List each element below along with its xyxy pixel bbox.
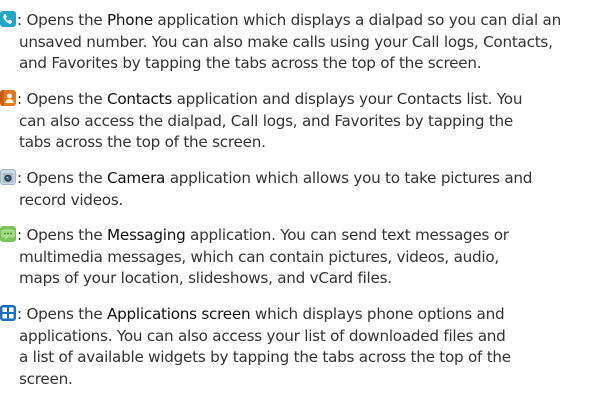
app-name: Camera bbox=[107, 169, 166, 187]
contacts-entry: : Opens the Contacts application and dis… bbox=[0, 89, 610, 154]
phone-entry: : Opens the Phone application which disp… bbox=[0, 10, 610, 75]
entry-line: : Opens the Camera application which all… bbox=[0, 168, 610, 190]
contacts-icon bbox=[0, 90, 16, 106]
entry-line: maps of your location, slideshows, and v… bbox=[19, 269, 392, 287]
entry-text: application which allows you to take pic… bbox=[165, 169, 533, 187]
entry-line: unsaved number. You can also make calls … bbox=[19, 32, 553, 51]
entry-line: a list of available widgets by tapping t… bbox=[19, 348, 511, 366]
entry-text: : Opens the bbox=[17, 226, 108, 244]
entry-line: and Favorites by tapping the tabs across… bbox=[19, 54, 482, 72]
camera-entry: : Opens the Camera application which all… bbox=[0, 168, 610, 211]
entry-line: record videos. bbox=[19, 190, 124, 209]
app-name: Applications screen bbox=[107, 305, 251, 323]
entry-text: application and displays your Contacts l… bbox=[172, 90, 523, 108]
entry-line: : Opens the Messaging application. You c… bbox=[0, 225, 610, 247]
entry-line: tabs across the top of the screen. bbox=[19, 133, 266, 151]
entry-text: : Opens the bbox=[17, 11, 108, 29]
entry-text: application. You can send text messages … bbox=[185, 226, 509, 244]
app-name: Contacts bbox=[107, 90, 173, 108]
manual-page: : Opens the Phone application which disp… bbox=[0, 0, 615, 408]
entry-text: application which displays a dialpad so … bbox=[152, 11, 561, 29]
entry-text: which displays phone options and bbox=[250, 305, 505, 323]
entry-line: : Opens the Contacts application and dis… bbox=[0, 89, 610, 111]
app-name: Messaging bbox=[107, 226, 186, 244]
entry-line: can also access the dialpad, Call logs, … bbox=[19, 111, 514, 130]
phone-icon bbox=[0, 11, 16, 27]
entry-line: : Opens the Applications screen which di… bbox=[0, 304, 610, 326]
entry-line: applications. You can also access your l… bbox=[19, 326, 506, 345]
messaging-icon bbox=[0, 226, 16, 242]
entry-text: : Opens the bbox=[17, 305, 108, 323]
entry-text: : Opens the bbox=[17, 90, 108, 108]
entry-line: : Opens the Phone application which disp… bbox=[0, 10, 610, 32]
entry-text: : Opens the bbox=[17, 169, 108, 187]
entry-line: multimedia messages, which can contain p… bbox=[19, 247, 499, 266]
applications-entry: : Opens the Applications screen which di… bbox=[0, 304, 610, 390]
applications-icon bbox=[0, 305, 16, 321]
app-name: Phone bbox=[107, 11, 153, 29]
entry-line: screen. bbox=[19, 369, 73, 388]
camera-icon bbox=[0, 169, 16, 185]
messaging-entry: : Opens the Messaging application. You c… bbox=[0, 225, 610, 290]
